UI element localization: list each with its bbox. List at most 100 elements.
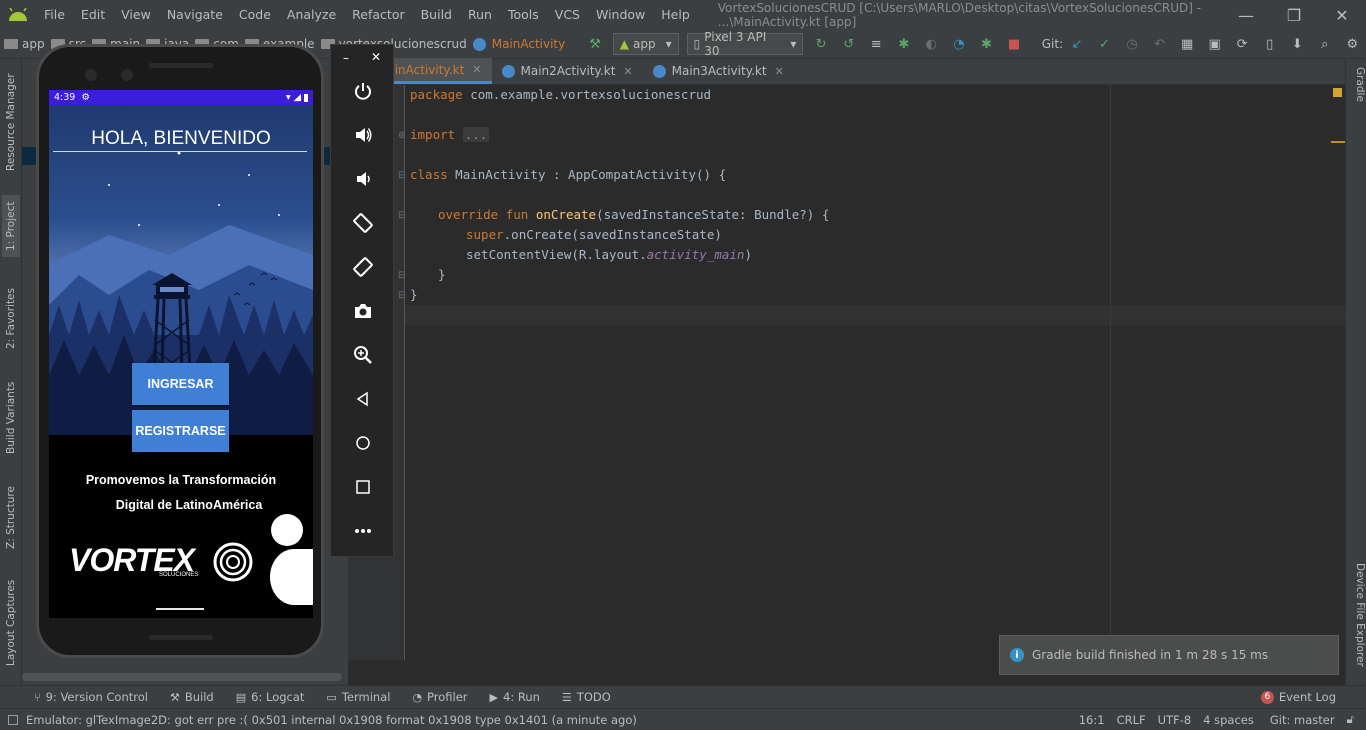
avd-manager-icon[interactable]: ▯ bbox=[1262, 36, 1278, 52]
indent-setting[interactable]: 4 spaces bbox=[1203, 713, 1254, 727]
close-emulator-icon[interactable]: ✕ bbox=[371, 50, 381, 64]
menu-analyze[interactable]: Analyze bbox=[279, 0, 344, 30]
back-button[interactable] bbox=[331, 381, 395, 417]
tool-run[interactable]: ▶ 4: Run bbox=[490, 690, 540, 704]
menu-run[interactable]: Run bbox=[460, 0, 500, 30]
close-tab-icon[interactable]: ✕ bbox=[472, 63, 481, 76]
lock-icon[interactable]: 🔓︎ bbox=[1347, 712, 1354, 727]
stop-icon[interactable]: ■ bbox=[1006, 36, 1022, 52]
git-commit-icon[interactable]: ✓ bbox=[1097, 36, 1113, 52]
tab-structure[interactable]: Z: Structure bbox=[2, 477, 20, 559]
volume-down-button[interactable] bbox=[331, 161, 395, 197]
code-editor[interactable]: package com.example.vortexsolucionescrud… bbox=[405, 85, 1345, 660]
git-branch[interactable]: Git: master bbox=[1270, 713, 1335, 727]
sdk-download-icon[interactable]: ⬇ bbox=[1290, 36, 1306, 52]
branch-icon: ⑂ bbox=[34, 690, 41, 704]
sdk-manager-icon[interactable]: ▣ bbox=[1207, 36, 1223, 52]
tab-favorites[interactable]: 2: Favorites bbox=[2, 281, 20, 357]
file-encoding[interactable]: UTF-8 bbox=[1158, 713, 1192, 727]
git-rollback-icon[interactable]: ↶ bbox=[1152, 36, 1168, 52]
menu-edit[interactable]: Edit bbox=[73, 0, 113, 30]
menu-window[interactable]: Window bbox=[588, 0, 653, 30]
menu-build[interactable]: Build bbox=[413, 0, 460, 30]
more-button[interactable] bbox=[331, 513, 395, 549]
tab-resource-manager[interactable]: Resource Manager bbox=[2, 67, 20, 177]
menu-view[interactable]: View bbox=[113, 0, 159, 30]
horizontal-scrollbar[interactable] bbox=[22, 673, 342, 681]
ingresar-button[interactable]: INGRESAR bbox=[132, 363, 229, 405]
project-structure-icon[interactable]: ▦ bbox=[1179, 36, 1195, 52]
menu-file[interactable]: File bbox=[36, 0, 73, 30]
caret-position[interactable]: 16:1 bbox=[1079, 713, 1105, 727]
run-icon: ▶ bbox=[489, 690, 499, 704]
menu-vcs[interactable]: VCS bbox=[547, 0, 588, 30]
build-notification[interactable]: i Gradle build finished in 1 m 28 s 15 m… bbox=[999, 635, 1339, 675]
tool-build[interactable]: ⚒ Build bbox=[170, 690, 214, 704]
menu-code[interactable]: Code bbox=[231, 0, 279, 30]
apply-code-changes-icon[interactable]: ↺ bbox=[841, 36, 857, 52]
menu-help[interactable]: Help bbox=[653, 0, 698, 30]
screenshot-button[interactable] bbox=[331, 293, 395, 329]
menu-refactor[interactable]: Refactor bbox=[344, 0, 412, 30]
device-select[interactable]: ▯ Pixel 3 API 30 ▾ bbox=[686, 30, 804, 58]
tab-label: Main2Activity.kt bbox=[520, 64, 616, 78]
tab-gradle[interactable]: Gradle bbox=[1348, 67, 1366, 127]
overview-button[interactable] bbox=[331, 469, 395, 505]
attach-debugger-icon[interactable]: ✱ bbox=[979, 36, 995, 52]
tab-layout-captures[interactable]: Layout Captures bbox=[2, 573, 20, 673]
tool-version-control[interactable]: ⑂ 9: Version Control bbox=[34, 690, 148, 704]
tool-windows-icon[interactable] bbox=[8, 714, 18, 725]
tool-event-log[interactable]: 6 Event Log bbox=[1260, 690, 1336, 704]
breadcrumb-mainactivity[interactable]: MainActivity bbox=[472, 37, 565, 51]
lines-icon[interactable]: ≡ bbox=[868, 36, 884, 52]
git-history-icon[interactable]: ◷ bbox=[1124, 36, 1140, 52]
tab-build-variants[interactable]: Build Variants bbox=[2, 373, 20, 463]
make-project-icon[interactable]: ⚒ bbox=[587, 36, 603, 52]
tab-main3activity[interactable]: Main3Activity.kt ✕ bbox=[643, 58, 794, 84]
volume-up-button[interactable] bbox=[331, 117, 395, 153]
apply-changes-icon[interactable]: ↻ bbox=[813, 36, 829, 52]
close-tab-icon[interactable]: ✕ bbox=[775, 65, 784, 78]
minimize-emulator-icon[interactable]: – bbox=[343, 51, 349, 65]
tab-main2activity[interactable]: Main2Activity.kt ✕ bbox=[492, 58, 643, 84]
rotate-right-button[interactable] bbox=[331, 249, 395, 285]
git-update-icon[interactable]: ↙ bbox=[1069, 36, 1085, 52]
tool-terminal[interactable]: ▭ Terminal bbox=[326, 690, 390, 704]
tab-device-file-explorer[interactable]: Device File Explorer bbox=[1348, 563, 1366, 681]
zoom-button[interactable] bbox=[331, 337, 395, 373]
power-button[interactable] bbox=[331, 73, 395, 109]
restore-button[interactable]: ❐ bbox=[1270, 0, 1318, 30]
settings-icon[interactable]: ⚙ bbox=[1345, 36, 1361, 52]
tool-todo[interactable]: ☰ TODO bbox=[562, 690, 611, 704]
tool-profiler[interactable]: ◔ Profiler bbox=[412, 690, 467, 704]
folder-icon bbox=[4, 39, 18, 49]
status-message[interactable]: Emulator: glTexImage2D: got err pre :( 0… bbox=[26, 713, 1073, 727]
device-icon: ▯ bbox=[693, 37, 701, 51]
inspection-status-icon[interactable] bbox=[1333, 88, 1342, 97]
run-config-select[interactable]: ▲ app ▾ bbox=[612, 33, 679, 55]
tab-project[interactable]: 1: Project bbox=[2, 195, 20, 257]
menu-bar: File Edit View Navigate Code Analyze Ref… bbox=[0, 0, 1366, 30]
menu-navigate[interactable]: Navigate bbox=[159, 0, 231, 30]
gesture-nav-pill[interactable] bbox=[156, 608, 204, 610]
home-button[interactable] bbox=[331, 425, 395, 461]
tool-logcat[interactable]: ▤ 6: Logcat bbox=[236, 690, 305, 704]
emulator-screen[interactable]: 4:39 ⚙ ▾ ◢ HOLA, BIENVENIDO INGRESAR REG… bbox=[49, 90, 313, 618]
profile-icon[interactable]: ◔ bbox=[951, 36, 967, 52]
close-tab-icon[interactable]: ✕ bbox=[623, 65, 632, 78]
menu-tools[interactable]: Tools bbox=[500, 0, 547, 30]
rotate-left-button[interactable] bbox=[331, 205, 395, 241]
debug-icon[interactable]: ✱ bbox=[896, 36, 912, 52]
gradle-sync-icon[interactable]: ⟳ bbox=[1234, 36, 1250, 52]
breadcrumb-app[interactable]: app bbox=[4, 37, 45, 51]
coverage-icon[interactable]: ◐ bbox=[924, 36, 940, 52]
right-margin-guide bbox=[1110, 85, 1111, 660]
code-fold[interactable]: ... bbox=[462, 127, 490, 142]
vortex-logo-subtitle: SOLUCIONES bbox=[159, 572, 199, 578]
error-stripe-mark[interactable] bbox=[1331, 141, 1345, 143]
registrarse-button[interactable]: REGISTRARSE bbox=[132, 410, 229, 452]
line-separator[interactable]: CRLF bbox=[1117, 713, 1146, 727]
minimize-button[interactable]: — bbox=[1222, 0, 1270, 30]
search-icon[interactable]: ⌕ bbox=[1317, 36, 1333, 52]
close-window-button[interactable]: ✕ bbox=[1318, 0, 1366, 30]
